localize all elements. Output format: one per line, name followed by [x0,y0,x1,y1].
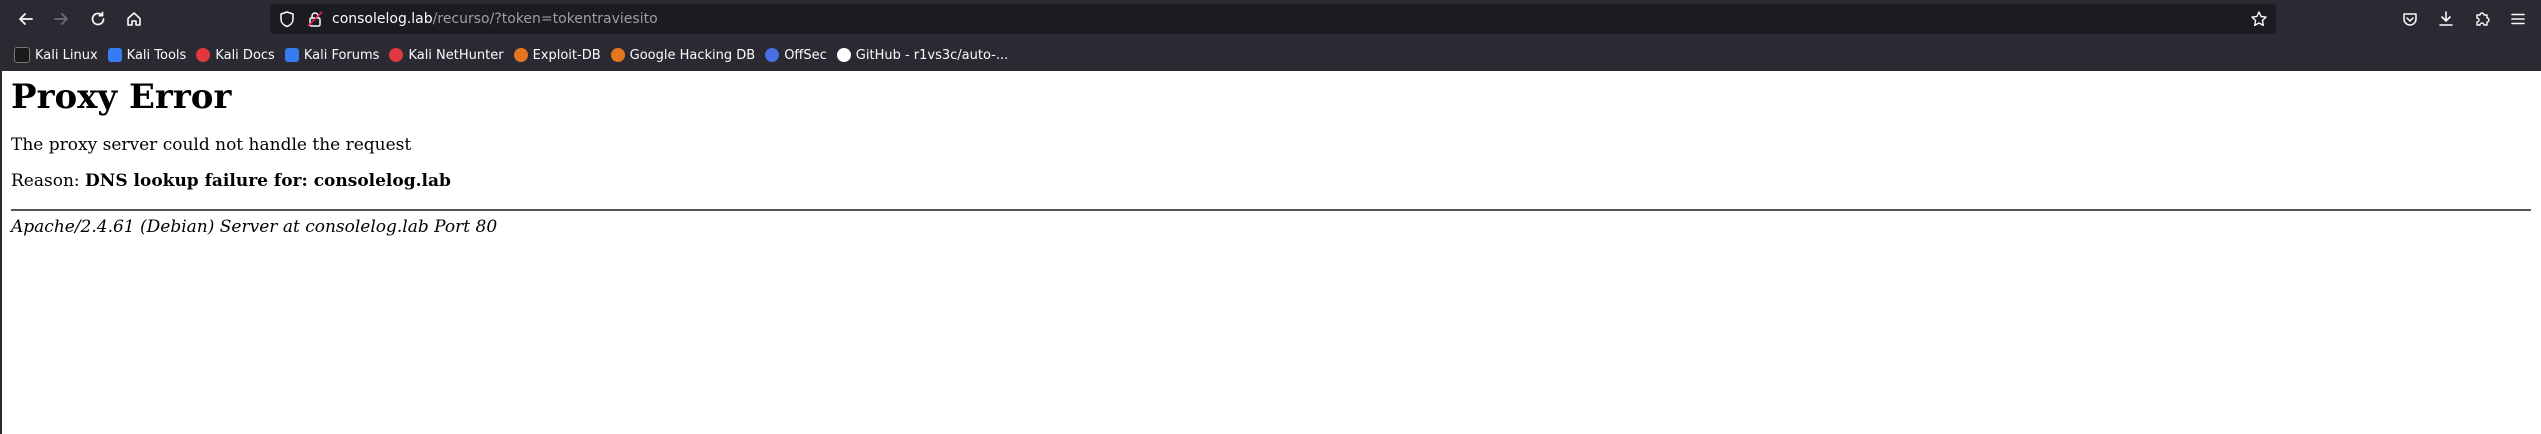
insecure-lock-icon[interactable] [306,10,324,28]
window-edge [0,71,2,434]
browser-chrome: consolelog.lab/recurso/?token=tokentravi… [0,0,2541,71]
bookmark-kali-linux[interactable]: Kali Linux [10,43,104,67]
kali-tools-icon [107,48,122,62]
bookmark-label: Exploit-DB [532,47,601,63]
exploit-db-icon [513,48,528,62]
bookmark-label: Google Hacking DB [629,47,756,63]
arrow-left-icon [19,13,33,25]
home-icon [127,12,141,26]
bookmark-kali-nethunter[interactable]: Kali NetHunter [385,43,509,67]
page-title: Proxy Error [11,77,232,117]
navigation-toolbar: consolelog.lab/recurso/?token=tokentravi… [0,0,2541,38]
bookmark-kali-tools[interactable]: Kali Tools [104,43,193,67]
divider [11,209,2531,211]
bookmark-kali-forums[interactable]: Kali Forums [281,43,386,67]
bookmark-label: Kali Linux [35,47,98,63]
hamburger-menu-icon [2511,13,2525,25]
error-message: The proxy server could not handle the re… [11,135,412,155]
back-button[interactable] [13,6,39,32]
ghdb-icon [610,48,625,62]
url-path: /recurso/?token=tokentraviesito [432,11,658,27]
offsec-icon [765,48,780,62]
url-text[interactable]: consolelog.lab/recurso/?token=tokentravi… [332,4,658,34]
bookmarks-toolbar: Kali Linux Kali Tools Kali Docs Kali For… [0,42,2541,68]
bookmark-label: Kali NetHunter [408,47,504,63]
reload-icon [91,11,105,26]
forward-button[interactable] [48,6,74,32]
bookmark-exploit-db[interactable]: Exploit-DB [510,43,607,67]
kali-forums-icon [284,48,299,62]
bookmark-offsec[interactable]: OffSec [761,43,833,67]
bookmark-github[interactable]: GitHub - r1vs3c/auto-... [833,43,1014,67]
pocket-icon [2403,13,2417,26]
reason-label: Reason: [11,171,86,191]
github-icon [836,48,851,62]
bookmark-label: Kali Forums [303,47,380,63]
pocket-button[interactable] [2397,6,2423,32]
reason-value: DNS lookup failure for: consolelog.lab [85,171,451,191]
puzzle-icon [2476,12,2490,26]
kali-dragon-icon [14,47,30,63]
menu-button[interactable] [2505,6,2531,32]
bookmark-label: Kali Tools [126,47,187,63]
kali-docs-icon [196,48,211,62]
url-bar[interactable]: consolelog.lab/recurso/?token=tokentravi… [270,4,2276,34]
bookmark-label: Kali Docs [215,47,275,63]
arrow-right-icon [54,13,68,25]
bookmark-kali-docs[interactable]: Kali Docs [192,43,281,67]
bookmark-label: OffSec [784,47,827,63]
error-reason: Reason: DNS lookup failure for: consolel… [11,171,451,191]
extensions-button[interactable] [2469,6,2495,32]
bookmark-star-icon[interactable] [2250,10,2268,28]
download-icon [2439,11,2453,26]
reload-button[interactable] [85,6,111,32]
url-host: consolelog.lab [332,11,433,27]
home-button[interactable] [121,6,147,32]
bookmark-label: GitHub - r1vs3c/auto-... [855,47,1009,63]
server-signature: Apache/2.4.61 (Debian) Server at console… [11,217,498,237]
downloads-button[interactable] [2433,6,2459,32]
shield-icon[interactable] [278,10,296,28]
nethunter-icon [389,48,404,62]
bookmark-google-hacking-db[interactable]: Google Hacking DB [607,43,762,67]
